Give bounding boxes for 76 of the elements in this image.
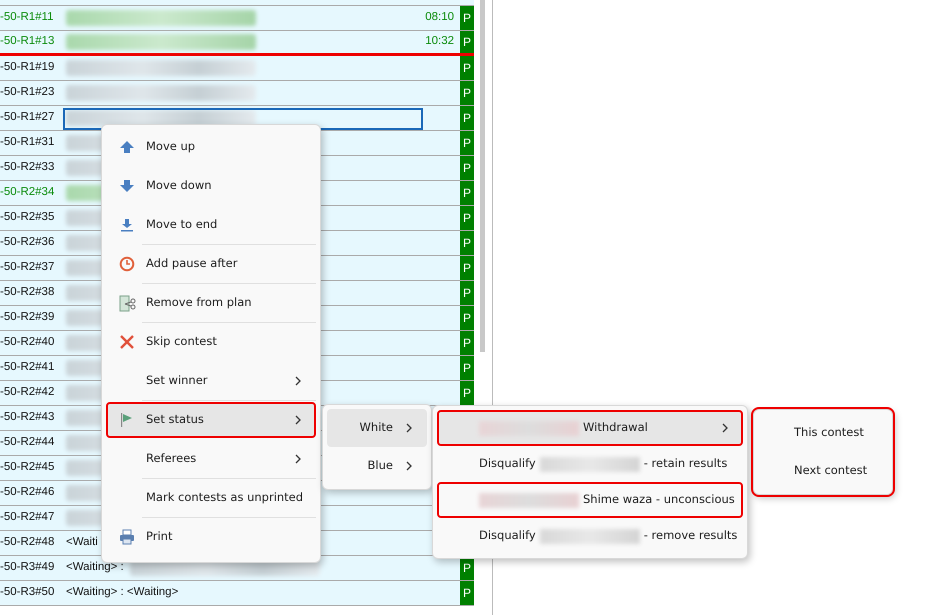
contest-code: -50-R1#23 <box>0 85 54 100</box>
scissors-icon <box>118 294 136 312</box>
menu-item[interactable]: Blue <box>327 447 427 485</box>
status-cell: P <box>460 31 474 53</box>
contest-code: -50-R1#13 <box>0 34 54 50</box>
menu-item[interactable]: Disqualify - retain results <box>437 446 743 482</box>
contest-code: -50-R1#19 <box>0 60 54 76</box>
contest-code: -50-R2#46 <box>0 485 54 500</box>
flag-icon <box>120 412 134 428</box>
menu-item[interactable]: Skip contest <box>106 324 316 360</box>
menu-item[interactable]: Mark contests as unprinted <box>106 480 316 516</box>
status-cell: P <box>460 81 474 105</box>
contest-code: -50-R2#39 <box>0 310 54 326</box>
contest-code: -50-R3#50 <box>0 585 54 600</box>
contest-code: -50-R2#33 <box>0 160 54 176</box>
contest-code: -50-R2#37 <box>0 260 54 276</box>
arrow-down-icon <box>119 179 135 193</box>
status-cell: P <box>460 306 474 330</box>
menu-item[interactable]: Shime waza - unconscious <box>437 482 743 518</box>
contest-code: -50-R2#38 <box>0 285 54 300</box>
contest-code: -50-R2#44 <box>0 435 54 450</box>
contest-time: 10:32 <box>425 34 454 50</box>
contest-code: -50-R2#36 <box>0 235 54 250</box>
status-cell: P <box>460 106 474 130</box>
contest-code: -50-R2#35 <box>0 210 54 226</box>
contest-code: -50-R2#48 <box>0 535 54 550</box>
status-cell: P <box>460 256 474 280</box>
menu-item[interactable]: Disqualify - remove results <box>437 518 743 554</box>
contest-name: <Waiting> : <box>66 560 124 576</box>
contest-code: -50-R2#47 <box>0 510 54 526</box>
status-cell: P <box>460 231 474 255</box>
menu-item[interactable]: Set status <box>106 402 316 438</box>
contest-code: -50-R2#45 <box>0 460 54 476</box>
status-cell: P <box>460 56 474 80</box>
contest-code: -50-R3#49 <box>0 560 54 576</box>
contest-code: -50-R2#42 <box>0 385 54 400</box>
scrollbar[interactable] <box>480 0 485 352</box>
printer-icon <box>119 529 135 545</box>
chevron-icon <box>405 461 413 471</box>
menu-item[interactable]: Remove from plan <box>106 285 316 321</box>
menu-item[interactable]: Set winner <box>106 363 316 399</box>
status-cell: P <box>460 156 474 180</box>
menu-item[interactable]: Move down <box>106 168 316 204</box>
close-icon <box>119 334 135 350</box>
status-cell: P <box>460 131 474 155</box>
contest-code: -50-R2#34 <box>0 185 54 200</box>
contest-code: -50-R1#27 <box>0 110 54 126</box>
status-cell: P <box>460 356 474 380</box>
arrow-up-icon <box>119 140 135 154</box>
status-cell: P <box>460 381 474 405</box>
menu-item[interactable]: Add pause after <box>106 246 316 282</box>
contest-code: -50-R1#11 <box>0 10 54 26</box>
download-icon <box>120 218 134 232</box>
contest-code: -50-R1#31 <box>0 135 54 150</box>
menu-item[interactable]: Referees <box>106 441 316 477</box>
menu-item[interactable]: Withdrawal <box>437 410 743 446</box>
menu-item[interactable]: This contest <box>758 414 888 452</box>
contest-name: <Waiting> : <Waiting> <box>66 585 178 600</box>
menu-item[interactable]: Print <box>106 519 316 555</box>
status-cell: P <box>460 181 474 205</box>
clock-icon <box>119 256 135 272</box>
contest-name: <Waiti <box>66 535 98 550</box>
chevron-icon <box>405 423 413 433</box>
contest-code: -50-R2#41 <box>0 360 54 376</box>
status-cell: P <box>460 581 474 605</box>
contest-time: 08:10 <box>425 10 454 26</box>
status-cell: P <box>460 206 474 230</box>
contest-code: -50-R2#43 <box>0 410 54 426</box>
menu-item[interactable]: White <box>327 409 427 447</box>
menu-item[interactable]: Next contest <box>758 452 888 490</box>
status-cell: P <box>460 331 474 355</box>
status-cell: P <box>460 6 474 30</box>
contest-code: -50-R2#40 <box>0 335 54 350</box>
menu-item[interactable]: Move up <box>106 129 316 165</box>
menu-item[interactable]: Move to end <box>106 207 316 243</box>
status-cell: P <box>460 281 474 305</box>
